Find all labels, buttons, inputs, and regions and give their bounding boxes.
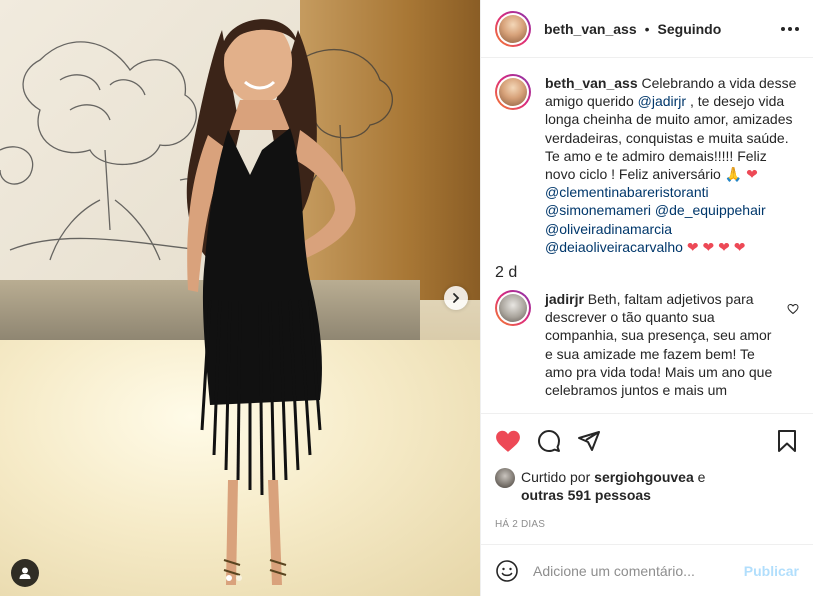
follow-status-button[interactable]: Seguindo bbox=[658, 21, 722, 37]
likes-text: Curtido por sergiohgouvea e outras 591 p… bbox=[521, 468, 705, 504]
mention-link[interactable]: @jadirjr bbox=[638, 93, 686, 109]
mention-link[interactable]: @oliveiradinamarcia bbox=[545, 221, 672, 237]
author-avatar[interactable] bbox=[495, 10, 531, 47]
post-photo[interactable] bbox=[0, 0, 480, 596]
mention-link[interactable]: @clementinabareristoranti bbox=[545, 184, 709, 200]
user-icon bbox=[19, 567, 31, 579]
send-icon bbox=[578, 431, 600, 451]
more-options-icon[interactable] bbox=[781, 26, 799, 31]
avatar-image bbox=[499, 294, 527, 323]
caption-username[interactable]: beth_van_ass bbox=[545, 75, 638, 91]
comments-section[interactable]: beth_van_ass Celebrando a vida desse ami… bbox=[481, 58, 813, 413]
likes-prefix: Curtido por bbox=[521, 469, 591, 485]
tagged-users-button[interactable] bbox=[11, 559, 39, 587]
emoji-icon bbox=[496, 559, 518, 582]
post-header: beth_van_ass • Seguindo bbox=[481, 0, 813, 58]
hearts-emoji: ❤ ❤ ❤ ❤ bbox=[686, 238, 746, 255]
heart-filled-icon bbox=[496, 430, 520, 452]
caption-comment: beth_van_ass Celebrando a vida desse ami… bbox=[495, 74, 799, 256]
pray-emoji: 🙏 bbox=[724, 166, 743, 183]
mention-link[interactable]: @de_equippehair bbox=[655, 202, 766, 218]
post-side-panel: beth_van_ass • Seguindo beth_van_ass Cel… bbox=[480, 0, 813, 596]
add-comment-bar: Publicar bbox=[481, 544, 813, 596]
action-bar bbox=[495, 414, 799, 468]
person-figure bbox=[186, 19, 356, 585]
publish-button[interactable]: Publicar bbox=[744, 563, 799, 579]
caption-text: beth_van_ass Celebrando a vida desse ami… bbox=[545, 74, 799, 256]
post-actions-area: Curtido por sergiohgouvea e outras 591 p… bbox=[481, 413, 813, 544]
liker-username[interactable]: sergiohgouvea bbox=[594, 469, 694, 485]
reply-text: jadirjr Beth, faltam adjetivos para desc… bbox=[545, 290, 799, 399]
header-separator: • bbox=[644, 20, 650, 37]
mention-link[interactable]: @deiaoliveiracarvalho bbox=[545, 239, 683, 255]
likes-count-link[interactable]: outras 591 pessoas bbox=[521, 487, 651, 503]
comment-icon bbox=[538, 430, 560, 452]
avatar-image bbox=[499, 14, 527, 43]
caption-timestamp[interactable]: 2 d bbox=[495, 264, 799, 282]
emoji-button[interactable] bbox=[495, 559, 519, 583]
bookmark-icon bbox=[778, 430, 796, 452]
heart-emoji: ❤ bbox=[746, 166, 758, 183]
carousel-indicator bbox=[226, 575, 242, 581]
likes-summary: Curtido por sergiohgouvea e outras 591 p… bbox=[495, 468, 799, 504]
carousel-dot-active bbox=[226, 575, 232, 581]
save-button[interactable] bbox=[775, 429, 799, 453]
carousel-dot bbox=[236, 575, 242, 581]
carousel-next-button[interactable] bbox=[444, 286, 468, 310]
comment-like-button[interactable] bbox=[787, 302, 799, 320]
likes-connector: e bbox=[697, 469, 706, 485]
mention-link[interactable]: @simonemameri bbox=[545, 202, 651, 218]
avatar-image bbox=[499, 78, 527, 106]
like-button[interactable] bbox=[495, 429, 521, 453]
author-username[interactable]: beth_van_ass bbox=[544, 21, 637, 37]
reply-username[interactable]: jadirjr bbox=[545, 291, 584, 307]
instagram-post: beth_van_ass • Seguindo beth_van_ass Cel… bbox=[0, 0, 813, 596]
share-button[interactable] bbox=[577, 429, 601, 453]
chevron-right-icon bbox=[453, 293, 460, 303]
comment-button[interactable] bbox=[537, 429, 561, 453]
post-date[interactable]: HÁ 2 DIAS bbox=[495, 519, 799, 530]
reply-author-avatar[interactable] bbox=[495, 290, 531, 327]
reply-text-content: Beth, faltam adjetivos para descrever o … bbox=[545, 291, 773, 399]
reply-comment: jadirjr Beth, faltam adjetivos para desc… bbox=[495, 290, 799, 399]
liker-avatar[interactable] bbox=[495, 468, 515, 488]
comment-input[interactable] bbox=[533, 562, 744, 579]
caption-author-avatar[interactable] bbox=[495, 74, 531, 110]
heart-outline-icon bbox=[787, 304, 799, 315]
